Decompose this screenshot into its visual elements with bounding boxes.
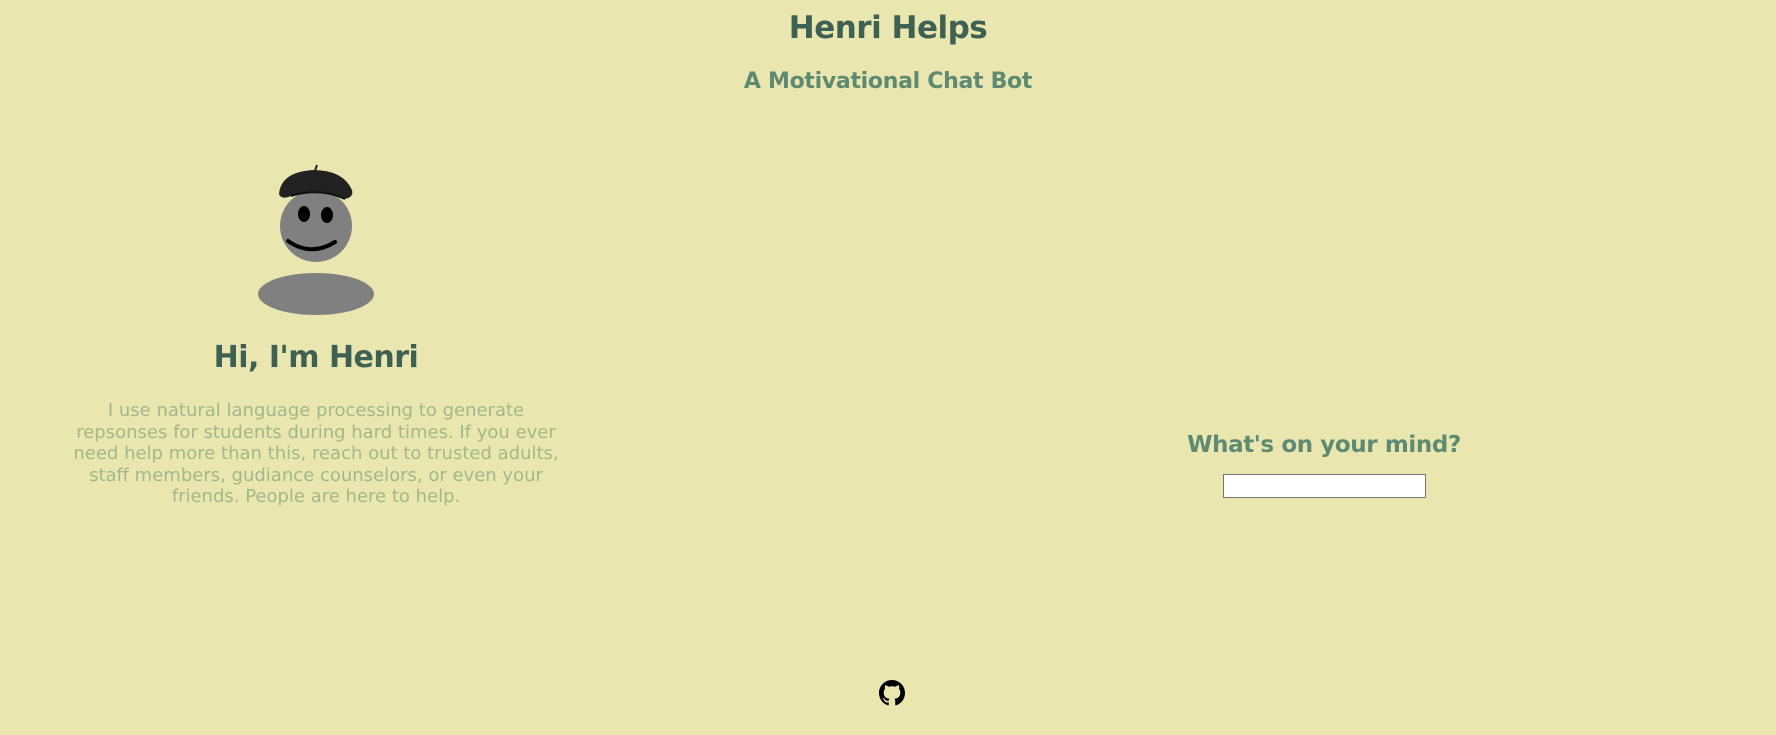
henri-avatar-icon [258,164,374,315]
page-subtitle: A Motivational Chat Bot [743,69,1033,94]
chat-prompt: What's on your mind? [1187,432,1461,458]
page-title: Henri Helps [788,10,988,46]
chat-input[interactable] [1222,474,1426,498]
intro-description: I use natural language processing to gen… [73,400,559,507]
chat-panel: What's on your mind? [1100,432,1548,498]
intro-panel: Hi, I'm Henri I use natural language pro… [70,160,562,507]
intro-heading: Hi, I'm Henri [213,340,419,375]
github-link[interactable] [879,680,905,706]
github-icon [879,680,905,706]
